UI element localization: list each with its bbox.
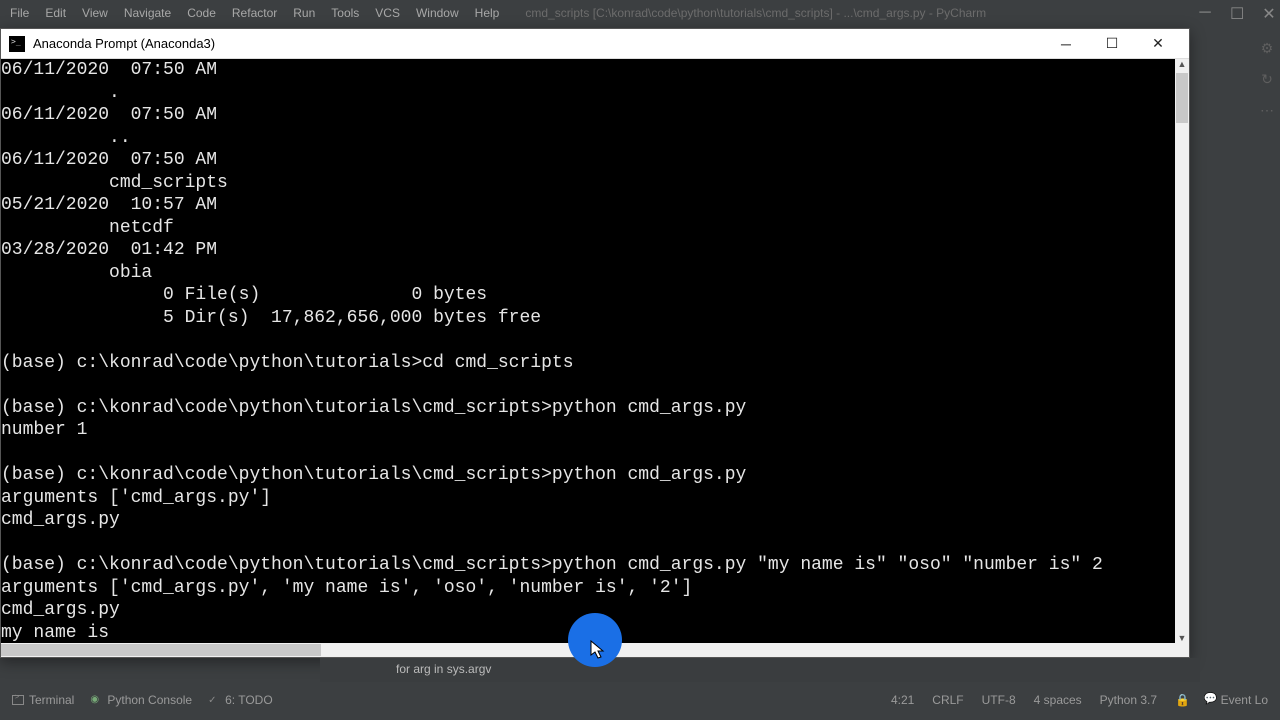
python-icon (90, 695, 102, 705)
terminal-title: Anaconda Prompt (Anaconda3) (33, 36, 215, 51)
menu-refactor[interactable]: Refactor (224, 3, 285, 23)
terminal-minimize-button[interactable]: ─ (1043, 30, 1089, 58)
tool-todo[interactable]: 6: TODO (200, 689, 281, 711)
status-lock-icon[interactable]: 🔒 (1175, 693, 1190, 707)
scroll-down-icon[interactable]: ▼ (1178, 633, 1187, 643)
menu-navigate[interactable]: Navigate (116, 3, 179, 23)
scroll-thumb-h[interactable] (1, 644, 321, 656)
status-indent[interactable]: 4 spaces (1034, 693, 1082, 707)
tool-console-label: Python Console (107, 693, 192, 707)
tool-python-console[interactable]: Python Console (82, 689, 200, 711)
status-eol[interactable]: CRLF (932, 693, 963, 707)
terminal-titlebar[interactable]: Anaconda Prompt (Anaconda3) ─ ☐ ✕ (1, 29, 1189, 59)
ide-menubar: File Edit View Navigate Code Refactor Ru… (0, 0, 1280, 26)
menu-help[interactable]: Help (467, 3, 508, 23)
terminal-app-icon (9, 36, 25, 52)
status-bar-right: 4:21 CRLF UTF-8 4 spaces Python 3.7 🔒 (891, 688, 1190, 712)
terminal-body[interactable]: 06/11/2020 07:50 AM . 06/11/2020 07:50 A… (1, 59, 1189, 657)
anaconda-prompt-window: Anaconda Prompt (Anaconda3) ─ ☐ ✕ 06/11/… (0, 28, 1190, 658)
event-log-icon (1204, 695, 1216, 705)
menu-run[interactable]: Run (285, 3, 323, 23)
terminal-close-button[interactable]: ✕ (1135, 30, 1181, 58)
status-caret-pos[interactable]: 4:21 (891, 693, 914, 707)
menu-code[interactable]: Code (179, 3, 224, 23)
ide-close-icon[interactable]: ✕ (1262, 4, 1276, 24)
menu-view[interactable]: View (74, 3, 116, 23)
scroll-corner (1175, 643, 1189, 657)
tool-todo-label: 6: TODO (225, 693, 273, 707)
gutter-icon[interactable]: ↻ (1261, 71, 1273, 88)
gutter-icon[interactable]: ⚙ (1261, 40, 1274, 57)
menu-tools[interactable]: Tools (323, 3, 367, 23)
status-interpreter[interactable]: Python 3.7 (1100, 693, 1157, 707)
ide-maximize-icon[interactable]: ☐ (1230, 4, 1244, 24)
ide-right-gutter: ⚙ ↻ ⋯ (1256, 40, 1278, 119)
tool-event-log-label: Event Lo (1221, 693, 1268, 707)
menu-file[interactable]: File (2, 3, 37, 23)
terminal-horizontal-scrollbar[interactable] (1, 643, 1175, 657)
todo-icon (208, 695, 220, 705)
tool-event-log[interactable]: Event Lo (1196, 689, 1276, 711)
menu-edit[interactable]: Edit (37, 3, 74, 23)
terminal-icon (12, 695, 24, 705)
hint-bar: for arg in sys.argv (320, 658, 1200, 682)
terminal-output[interactable]: 06/11/2020 07:50 AM . 06/11/2020 07:50 A… (1, 59, 1175, 643)
tool-terminal-label: Terminal (29, 693, 74, 707)
scroll-up-icon[interactable]: ▲ (1178, 59, 1187, 69)
ide-title-path: cmd_scripts [C:\konrad\code\python\tutor… (525, 6, 986, 20)
gutter-icon[interactable]: ⋯ (1260, 102, 1274, 119)
ide-minimize-icon[interactable]: ─ (1198, 4, 1212, 24)
tool-terminal[interactable]: Terminal (4, 689, 82, 711)
menu-window[interactable]: Window (408, 3, 467, 23)
terminal-vertical-scrollbar[interactable]: ▲ ▼ (1175, 59, 1189, 643)
terminal-maximize-button[interactable]: ☐ (1089, 30, 1135, 58)
status-encoding[interactable]: UTF-8 (982, 693, 1016, 707)
menu-vcs[interactable]: VCS (367, 3, 408, 23)
ide-window-controls: ─ ☐ ✕ (1198, 4, 1276, 24)
scroll-thumb-v[interactable] (1176, 73, 1188, 123)
terminal-window-controls: ─ ☐ ✕ (1043, 30, 1181, 58)
